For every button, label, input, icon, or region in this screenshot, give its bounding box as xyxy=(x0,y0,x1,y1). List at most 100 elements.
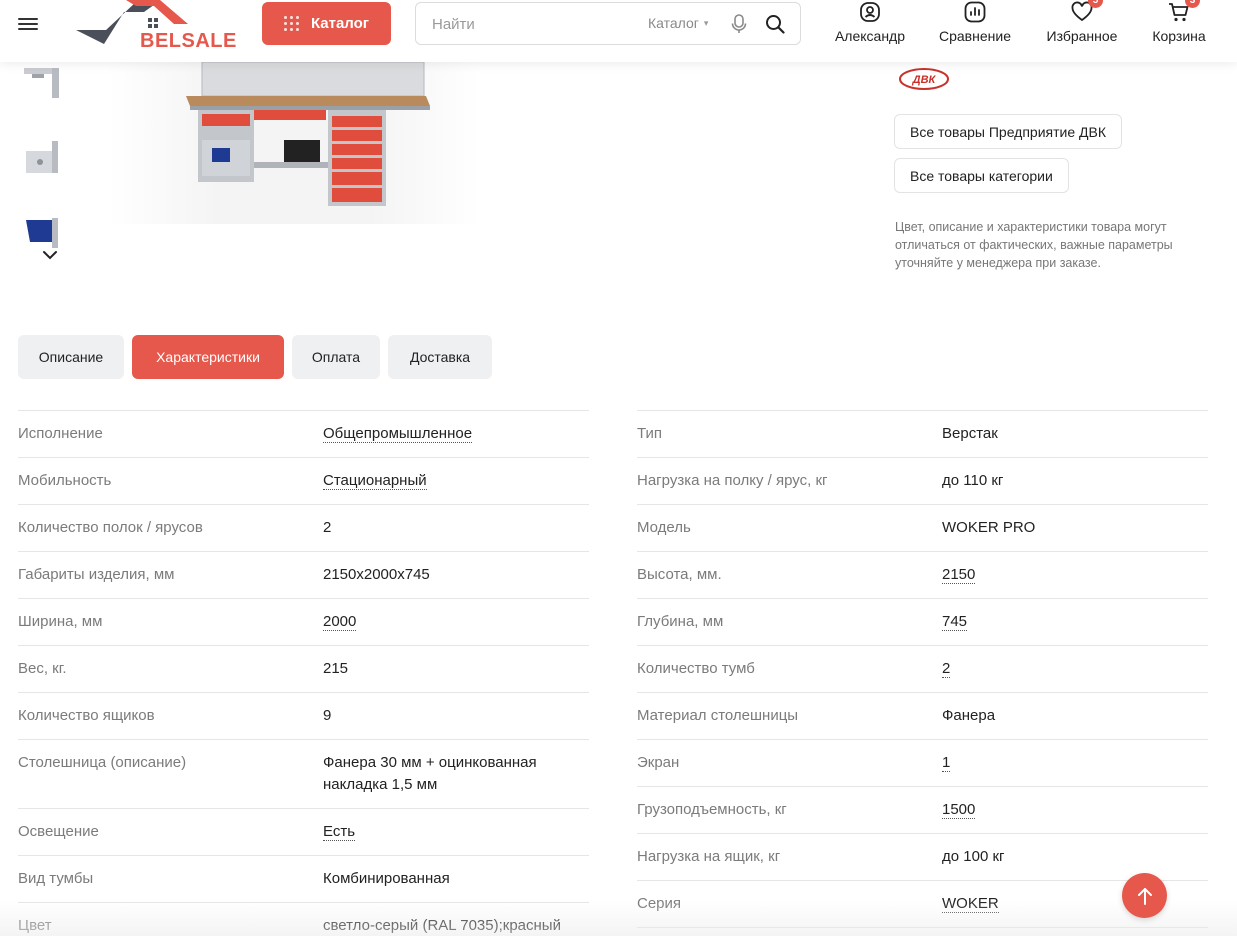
spec-row: Грузоподъемность, кг 1500 xyxy=(637,787,1208,834)
spec-value-link[interactable]: Общепромышленное xyxy=(323,425,473,443)
spec-value: 215 xyxy=(323,646,589,692)
spec-value: до 100 кг xyxy=(942,834,1208,880)
all-brand-products-button[interactable]: Все товары Предприятие ДВК xyxy=(894,114,1123,149)
catalog-button[interactable]: Каталог xyxy=(262,2,391,45)
spec-value-text: 9 xyxy=(323,707,332,724)
tab-delivery[interactable]: Доставка xyxy=(388,335,492,379)
spec-row: Количество полок / ярусов 2 xyxy=(18,505,589,552)
brand-logo-text: ДВК xyxy=(912,74,937,86)
tab-payment[interactable]: Оплата xyxy=(292,335,380,379)
microphone-icon[interactable] xyxy=(731,14,747,34)
brand-logo[interactable]: ДВК xyxy=(898,66,950,92)
scroll-to-top-button[interactable] xyxy=(1122,873,1167,918)
spec-key: Вид тумбы xyxy=(18,870,94,887)
compare-label: Сравнение xyxy=(939,28,1011,44)
spec-value[interactable]: Общепромышленное xyxy=(323,411,589,457)
chevron-down-icon[interactable] xyxy=(42,250,58,260)
spec-value-text: 215 xyxy=(323,660,349,677)
search-input[interactable] xyxy=(432,13,632,35)
spec-key: Количество полок / ярусов xyxy=(18,519,203,536)
product-thumbnail[interactable] xyxy=(22,137,62,177)
spec-value-link[interactable]: WOKER xyxy=(942,895,999,913)
spec-value-text: до 100 кг xyxy=(942,848,1005,865)
grid-dots-icon xyxy=(283,16,299,31)
all-category-products-label: Все товары категории xyxy=(910,167,1053,184)
catalog-button-label: Каталог xyxy=(310,15,370,32)
search-scope-label: Каталог xyxy=(648,15,699,31)
spec-value[interactable]: 745 xyxy=(942,599,1208,645)
site-header: BELSALE Каталог Каталог ▾ Алексан xyxy=(0,0,1237,62)
spec-value-link[interactable]: 1 xyxy=(942,754,951,772)
header-cart[interactable]: 3 Корзина xyxy=(1148,0,1210,50)
spec-value-link[interactable]: Есть xyxy=(323,823,356,841)
spec-value-link[interactable]: 2 xyxy=(942,660,951,678)
product-thumbnail[interactable] xyxy=(22,212,62,252)
spec-value[interactable]: Есть xyxy=(323,809,589,855)
spec-value[interactable]: 1500 xyxy=(942,787,1208,833)
spec-row: Тип Верстак xyxy=(637,411,1208,458)
spec-value-text: светло-серый (RAL 7035);красный xyxy=(323,917,561,934)
spec-value: до 110 кг xyxy=(942,458,1208,504)
spec-key: Столешница (описание) xyxy=(18,754,187,771)
menu-burger-icon[interactable] xyxy=(18,15,38,33)
spec-key: Нагрузка на ящик, кг xyxy=(637,848,781,865)
compare-chart-icon xyxy=(964,1,986,23)
tab-specifications[interactable]: Характеристики xyxy=(132,335,284,379)
spec-value[interactable]: Стационарный xyxy=(323,458,589,504)
spec-value[interactable]: 2000 xyxy=(323,599,589,645)
spec-key: Ширина, мм xyxy=(18,613,103,630)
spec-value: Фанера 30 мм + оцинкованная накладка 1,5… xyxy=(323,740,589,808)
spec-value-link[interactable]: 2150 xyxy=(942,566,976,584)
all-category-products-button[interactable]: Все товары категории xyxy=(894,158,1069,193)
user-label: Александр xyxy=(834,28,906,44)
spec-key: Экран xyxy=(637,754,680,771)
spec-value-text: Фанера xyxy=(942,707,996,724)
spec-row: Вид тумбы Комбинированная xyxy=(18,856,589,903)
spec-key: Освещение xyxy=(18,823,99,840)
spec-value-text: 2 xyxy=(323,519,332,536)
spec-row: Цвет светло-серый (RAL 7035);красный xyxy=(18,903,589,936)
spec-row: Модель WOKER PRO xyxy=(637,505,1208,552)
spec-row: Нагрузка на полку / ярус, кг до 110 кг xyxy=(637,458,1208,505)
spec-key: Высота, мм. xyxy=(637,566,722,583)
product-thumbnail[interactable] xyxy=(22,62,62,102)
spec-key: Тип xyxy=(637,425,663,442)
search-bar: Каталог ▾ xyxy=(415,2,801,45)
product-main-image[interactable] xyxy=(108,62,480,224)
spec-row: Экран 1 xyxy=(637,740,1208,787)
spec-value: Верстак xyxy=(942,411,1208,457)
logo-text: BELSALE xyxy=(140,30,237,52)
spec-row: Нагрузка на ящик, кг до 100 кг xyxy=(637,834,1208,881)
spec-value: 2150x2000x745 xyxy=(323,552,589,598)
arrow-up-icon xyxy=(1137,887,1152,905)
tab-description[interactable]: Описание xyxy=(18,335,124,379)
spec-value[interactable]: 1 xyxy=(942,740,1208,786)
all-brand-products-label: Все товары Предприятие ДВК xyxy=(910,123,1107,140)
specs-left-column: Исполнение Общепромышленное Мобильность Ста… xyxy=(18,410,589,936)
spec-value: светло-серый (RAL 7035);красный xyxy=(323,903,589,936)
spec-value: 9 xyxy=(323,693,589,739)
spec-value[interactable]: 2150 xyxy=(942,552,1208,598)
search-icon[interactable] xyxy=(765,14,785,34)
caret-down-icon: ▾ xyxy=(703,17,709,28)
spec-key: Габариты изделия, мм xyxy=(18,566,175,583)
spec-key: Количество ящиков xyxy=(18,707,155,724)
spec-value-text: WOKER PRO xyxy=(942,519,1036,536)
spec-value[interactable]: WOKER xyxy=(942,881,1208,927)
specs-right-column: Тип Верстак Нагрузка на полку / ярус, кг до… xyxy=(637,410,1208,928)
spec-key: Вес, кг. xyxy=(18,660,67,677)
spec-value-link[interactable]: Стационарный xyxy=(323,472,427,490)
spec-value-link[interactable]: 745 xyxy=(942,613,968,631)
header-user[interactable]: Александр xyxy=(832,0,908,50)
search-scope-select[interactable]: Каталог ▾ xyxy=(648,15,708,31)
spec-value-text: Фанера 30 мм + оцинкованная накладка 1,5… xyxy=(323,754,537,793)
spec-value: 2 xyxy=(323,505,589,551)
spec-key: Нагрузка на полку / ярус, кг xyxy=(637,472,828,489)
header-compare[interactable]: Сравнение xyxy=(936,0,1014,50)
spec-value-link[interactable]: 2000 xyxy=(323,613,357,631)
site-logo[interactable]: BELSALE xyxy=(76,0,236,52)
tab-specifications-label: Характеристики xyxy=(156,349,260,365)
spec-value-link[interactable]: 1500 xyxy=(942,801,976,819)
header-favorites[interactable]: 5 Избранное xyxy=(1042,0,1122,50)
spec-value[interactable]: 2 xyxy=(942,646,1208,692)
